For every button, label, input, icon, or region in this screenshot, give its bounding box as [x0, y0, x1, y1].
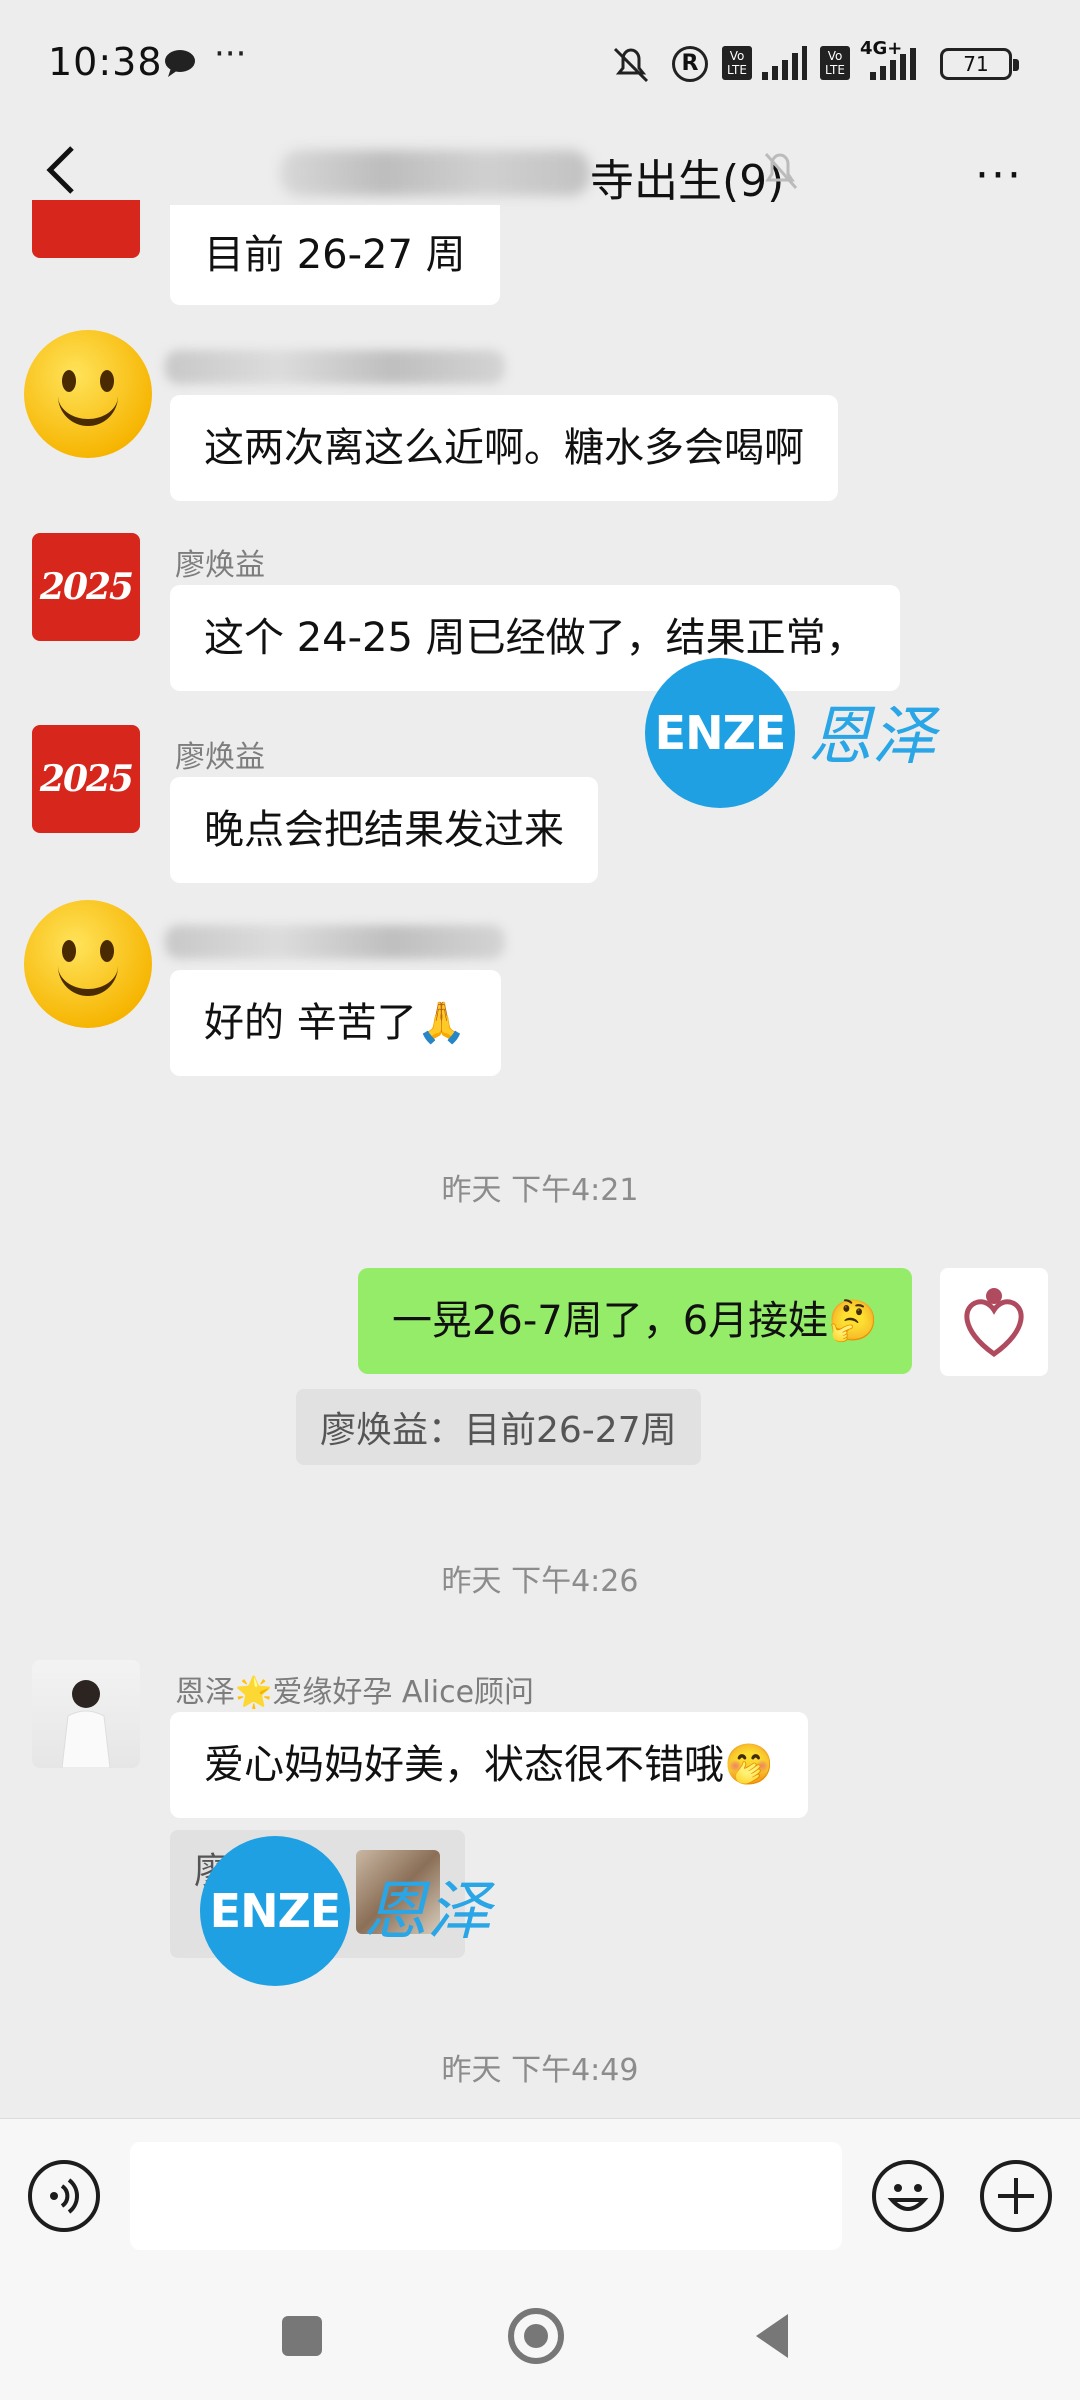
watermark-text: 恩泽: [363, 1875, 491, 1949]
registered-icon: R: [672, 46, 708, 82]
plus-icon: [998, 2178, 1034, 2214]
battery-indicator: 71: [940, 48, 1019, 80]
more-options-button[interactable]: ···: [975, 150, 1023, 201]
avatar[interactable]: 2025: [32, 533, 140, 641]
watermark-logo: ENZE: [645, 658, 795, 808]
message-bubble[interactable]: 这个 24-25 周已经做了，结果正常，: [170, 585, 900, 691]
emoji-icon: [887, 2184, 929, 2211]
sender-name-blurred: [165, 925, 505, 959]
message-bubble[interactable]: 目前 26-27 周: [170, 205, 500, 305]
timestamp: 昨天 下午4:49: [441, 2053, 639, 2088]
back-button[interactable]: [40, 140, 80, 200]
own-message-bubble[interactable]: 一晃26-7周了，6月接娃🤔: [357, 1268, 912, 1374]
voice-input-button[interactable]: [28, 2160, 100, 2232]
sender-name: 恩泽🌟爱缘好孕 Alice顾问: [175, 1675, 535, 1710]
avatar[interactable]: [24, 900, 152, 1028]
message-bubble[interactable]: 晚点会把结果发过来: [170, 777, 598, 883]
timestamp: 昨天 下午4:21: [441, 1173, 639, 1208]
title-blurred: [280, 150, 590, 196]
sender-name-blurred: [165, 350, 505, 384]
voice-icon: [50, 2178, 79, 2214]
avatar[interactable]: [32, 1660, 140, 1768]
bell-off-icon: [764, 153, 798, 189]
avatar[interactable]: [24, 330, 152, 458]
more-dots-icon: ···: [214, 34, 247, 74]
quoted-message[interactable]: 廖焕益：目前26-27周: [296, 1389, 701, 1465]
silent-bell-icon: [613, 47, 649, 83]
watermark-text: 恩泽: [808, 700, 936, 774]
chat-title: 寺出生(9): [590, 156, 785, 207]
signal-4g-icon: [870, 48, 916, 80]
message-bubble-icon: [165, 50, 195, 77]
own-avatar[interactable]: [940, 1268, 1048, 1376]
sender-name: 廖焕益: [175, 548, 265, 583]
home-icon[interactable]: [508, 2308, 564, 2364]
heart-logo-icon: [964, 1288, 1024, 1358]
message-bubble[interactable]: 爱心妈妈好美，状态很不错哦🤭: [170, 1712, 808, 1818]
recent-apps-icon[interactable]: [282, 2316, 322, 2356]
avatar[interactable]: 2025: [32, 725, 140, 833]
message-bubble[interactable]: 这两次离这么近啊。糖水多会喝啊: [170, 395, 838, 501]
emoji-button[interactable]: [872, 2160, 944, 2232]
add-attachment-button[interactable]: [980, 2160, 1052, 2232]
volte-icon: Vo LTE: [722, 46, 752, 80]
sender-name: 廖焕益: [175, 740, 265, 775]
message-bubble[interactable]: 好的 辛苦了🙏: [170, 970, 501, 1076]
message-input[interactable]: [130, 2142, 842, 2250]
watermark-logo: ENZE: [200, 1836, 350, 1986]
timestamp: 昨天 下午4:26: [441, 1564, 639, 1599]
avatar[interactable]: [32, 200, 140, 258]
status-time: 10:38: [48, 40, 163, 84]
back-icon[interactable]: [752, 2312, 792, 2360]
volte-icon-2: Vo LTE: [820, 46, 850, 80]
signal-icon: [762, 46, 807, 80]
